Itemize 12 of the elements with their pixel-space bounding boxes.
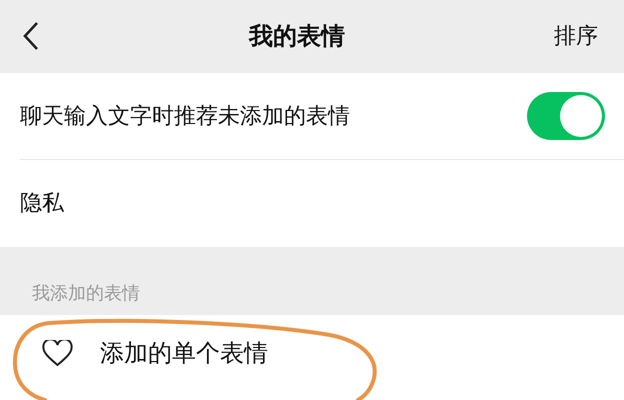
setting-row[interactable]: 聊天输入文字时推荐未添加的表情 xyxy=(0,72,624,160)
emoji-list-item[interactable]: 添加的单个表情 xyxy=(0,314,624,400)
setting-label: 隐私 xyxy=(20,190,65,218)
emoji-item-label: 添加的单个表情 xyxy=(100,338,268,370)
section-title: 我添加的表情 xyxy=(32,282,140,305)
heart-icon xyxy=(42,340,73,367)
sort-button[interactable]: 排序 xyxy=(554,21,598,52)
toggle-switch[interactable] xyxy=(527,92,605,140)
setting-row[interactable]: 隐私 xyxy=(0,160,624,247)
page-title: 我的表情 xyxy=(248,21,346,52)
setting-label: 聊天输入文字时推荐未添加的表情 xyxy=(20,102,351,131)
back-icon[interactable] xyxy=(22,21,40,52)
